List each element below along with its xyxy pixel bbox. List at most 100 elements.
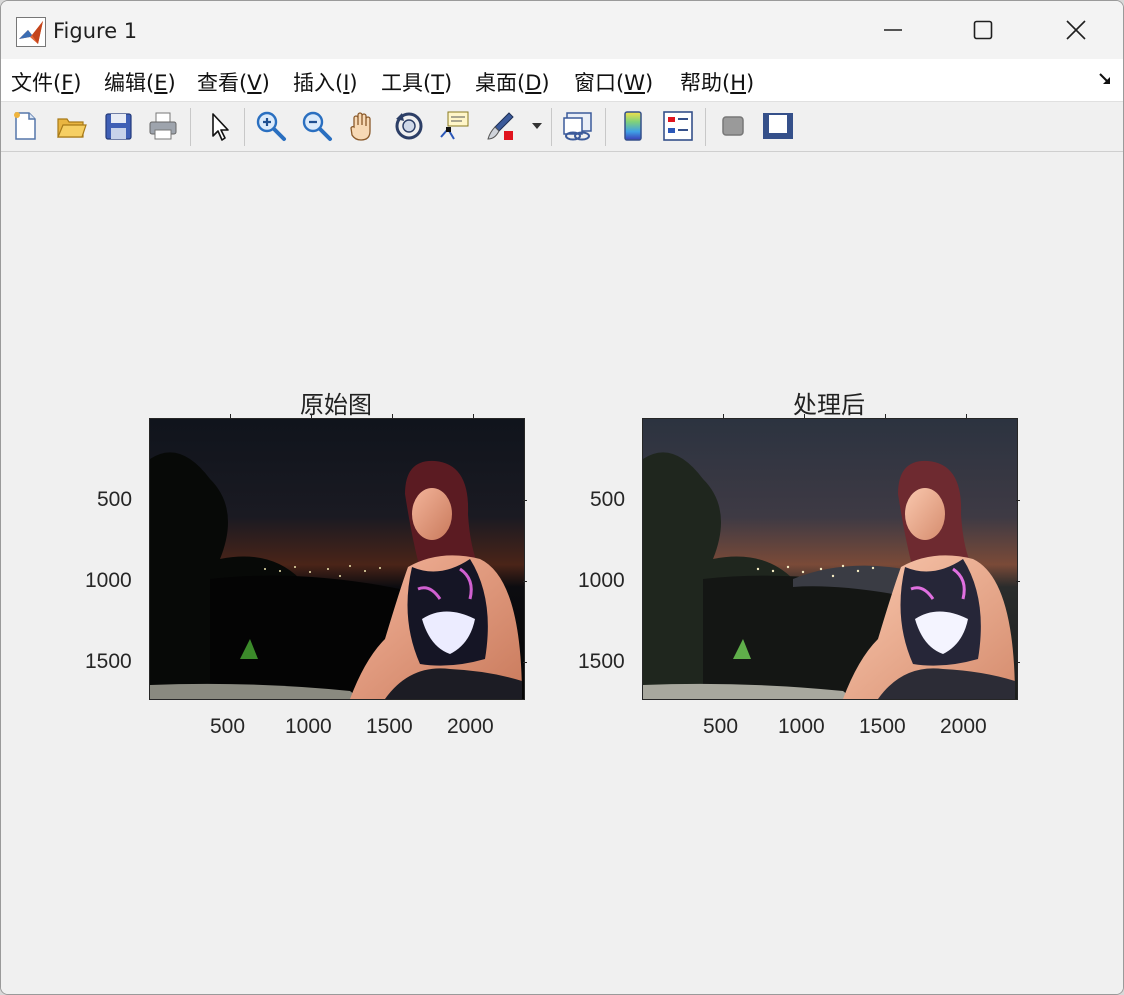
toolbar-separator xyxy=(605,108,606,146)
tick-mark xyxy=(1016,662,1020,663)
tick-mark xyxy=(473,414,474,418)
tick-mark xyxy=(804,414,805,418)
window-title: Figure 1 xyxy=(53,19,138,43)
pan-icon xyxy=(350,112,371,141)
save-icon xyxy=(105,113,132,140)
menu-desktop-accel: D xyxy=(525,71,542,95)
menu-bar: 文件(F) 编辑(E) 查看(V) 插入(I) 工具(T) 桌面(D) 窗口(W… xyxy=(1,59,1123,102)
y-tick-label: 1500 xyxy=(578,650,625,673)
tick-mark xyxy=(523,581,527,582)
menu-file[interactable]: 文件(F) xyxy=(11,67,82,97)
menu-insert-label: 插入( xyxy=(293,71,344,95)
menu-desktop-end: ) xyxy=(541,71,550,95)
toolbar-separator xyxy=(705,108,706,146)
menu-window[interactable]: 窗口(W) xyxy=(574,67,653,97)
pan-button[interactable] xyxy=(345,107,381,145)
y-tick-label: 500 xyxy=(590,488,626,511)
menu-file-accel: F xyxy=(61,71,74,95)
menu-tools[interactable]: 工具(T) xyxy=(381,67,452,97)
y-tick-label: 1500 xyxy=(85,650,132,673)
figure-canvas[interactable]: 原始图 500 1000 1500 500 1000 1500 2000 处理后… xyxy=(1,152,1123,994)
close-button[interactable] xyxy=(1030,1,1122,59)
menu-view-label: 查看( xyxy=(197,71,248,95)
menu-view-accel: V xyxy=(247,71,262,95)
maximize-icon xyxy=(973,20,993,40)
rotate-3d-button[interactable] xyxy=(391,107,427,145)
zoom-out-icon xyxy=(302,111,332,141)
hide-plot-tools-icon xyxy=(722,116,744,136)
hide-plot-tools-button[interactable] xyxy=(715,107,751,145)
rotate-3d-icon xyxy=(395,112,423,140)
toolbar-separator xyxy=(190,108,191,146)
y-tick-label: 1000 xyxy=(85,569,132,592)
open-file-icon xyxy=(57,118,87,138)
x-tick-label: 1500 xyxy=(366,715,413,738)
tick-mark xyxy=(966,414,967,418)
zoom-in-icon xyxy=(256,111,286,141)
menu-edit-end: ) xyxy=(167,71,176,95)
tick-mark xyxy=(523,662,527,663)
menu-help-accel: H xyxy=(730,71,746,95)
colorbar-icon xyxy=(624,111,642,141)
chevron-down-icon xyxy=(532,123,542,129)
menu-desktop-label: 桌面( xyxy=(475,71,526,95)
night-portrait-image xyxy=(150,419,524,699)
x-tick-label: 500 xyxy=(210,715,246,738)
menu-file-end: ) xyxy=(73,71,82,95)
menu-help[interactable]: 帮助(H) xyxy=(680,67,754,97)
menu-window-accel: W xyxy=(624,71,645,95)
menu-desktop[interactable]: 桌面(D) xyxy=(475,67,550,97)
print-button[interactable] xyxy=(145,107,181,145)
link-plot-button[interactable] xyxy=(560,107,596,145)
tick-mark xyxy=(885,414,886,418)
tick-mark xyxy=(1016,581,1020,582)
menu-view-end: ) xyxy=(261,71,270,95)
show-plot-tools-icon xyxy=(763,113,793,139)
tick-mark xyxy=(1016,500,1020,501)
x-tick-label: 1500 xyxy=(859,715,906,738)
menu-file-label: 文件( xyxy=(11,71,62,95)
brush-icon xyxy=(487,112,514,140)
save-button[interactable] xyxy=(100,107,136,145)
new-figure-button[interactable] xyxy=(7,107,43,145)
menu-tools-accel: T xyxy=(431,71,445,95)
data-cursor-button[interactable] xyxy=(437,107,473,145)
link-plot-icon xyxy=(563,112,592,141)
print-icon xyxy=(149,112,177,140)
title-bar[interactable]: Figure 1 xyxy=(1,1,1123,59)
new-figure-icon xyxy=(14,112,36,140)
menu-edit-accel: E xyxy=(154,71,168,95)
minimize-icon xyxy=(884,29,902,31)
maximize-button[interactable] xyxy=(937,1,1029,59)
y-tick-label: 500 xyxy=(97,488,133,511)
menu-edit[interactable]: 编辑(E) xyxy=(104,67,176,97)
menu-view[interactable]: 查看(V) xyxy=(197,67,270,97)
tick-mark xyxy=(523,500,527,501)
legend-icon xyxy=(663,111,693,141)
open-file-button[interactable] xyxy=(53,107,89,145)
x-tick-label: 2000 xyxy=(447,715,494,738)
tick-mark xyxy=(392,414,393,418)
menu-insert[interactable]: 插入(I) xyxy=(293,67,358,97)
x-tick-label: 2000 xyxy=(940,715,987,738)
insert-colorbar-button[interactable] xyxy=(615,107,651,145)
brush-button[interactable] xyxy=(483,107,519,145)
enhanced-night-portrait-image xyxy=(643,419,1017,699)
edit-plot-button[interactable] xyxy=(201,107,237,145)
tick-mark xyxy=(311,414,312,418)
axes-2-image[interactable] xyxy=(642,418,1018,700)
x-tick-label: 1000 xyxy=(285,715,332,738)
dock-figure-icon[interactable] xyxy=(1097,71,1113,87)
close-icon xyxy=(1066,20,1086,40)
menu-window-end: ) xyxy=(644,71,654,95)
matlab-logo-icon xyxy=(16,17,46,47)
minimize-button[interactable] xyxy=(847,1,939,59)
menu-window-label: 窗口( xyxy=(574,71,625,95)
zoom-in-button[interactable] xyxy=(253,107,289,145)
zoom-out-button[interactable] xyxy=(299,107,335,145)
y-tick-label: 1000 xyxy=(578,569,625,592)
insert-legend-button[interactable] xyxy=(660,107,696,145)
brush-dropdown-button[interactable] xyxy=(527,107,547,145)
axes-1-image[interactable] xyxy=(149,418,525,700)
show-plot-tools-button[interactable] xyxy=(760,107,796,145)
